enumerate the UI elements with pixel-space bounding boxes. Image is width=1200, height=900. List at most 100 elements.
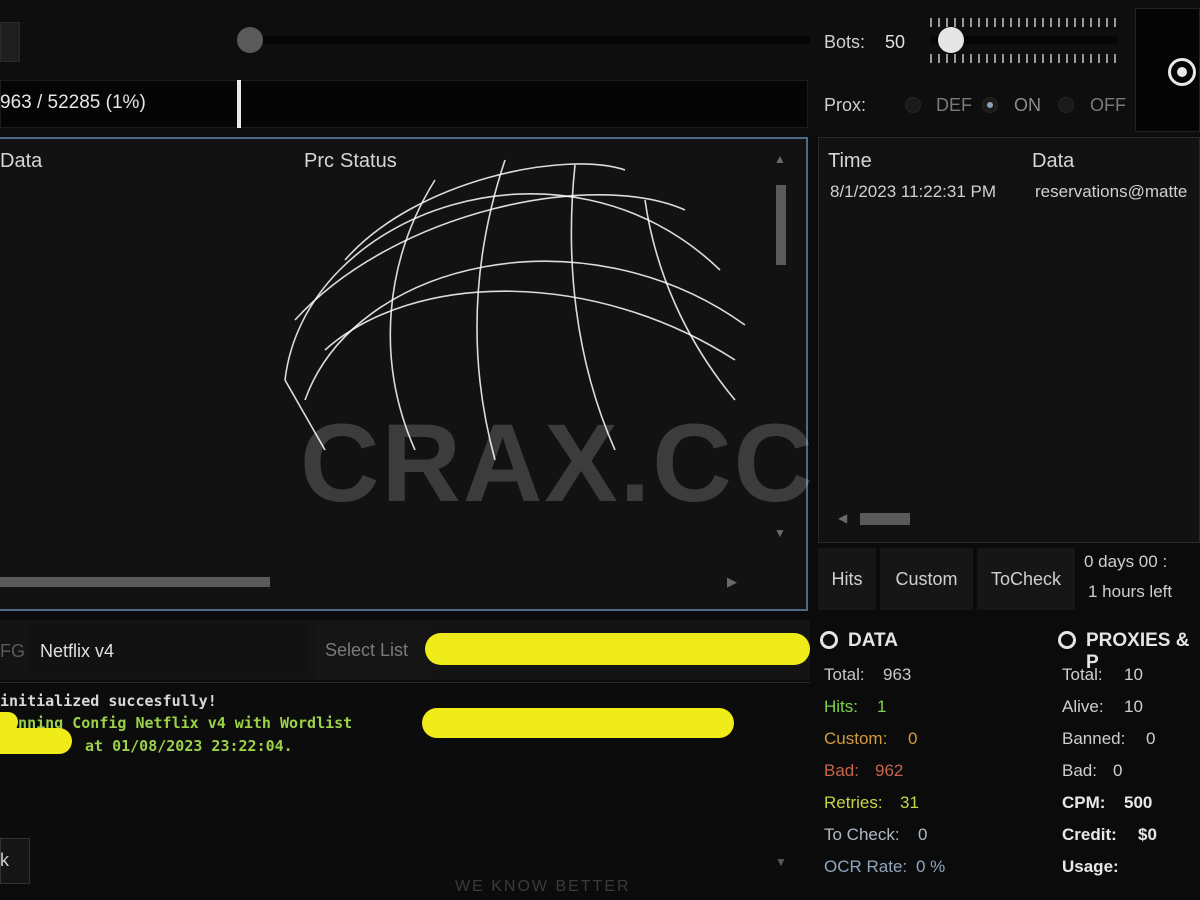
main-slider-thumb[interactable]: [237, 27, 263, 53]
proxies-alive-value: 10: [1124, 697, 1143, 716]
data-section-title: DATA: [848, 630, 898, 651]
slider-tick: [1090, 18, 1092, 27]
data-ocr-value: 0 %: [916, 857, 946, 876]
proxies-credit-value: $0: [1138, 825, 1157, 844]
prox-radio-off[interactable]: [1058, 97, 1074, 113]
slider-tick: [1074, 54, 1076, 63]
prox-radio-on[interactable]: [982, 97, 998, 113]
log-header-data[interactable]: Data: [1032, 150, 1074, 173]
redaction-mark-console-c: [0, 728, 72, 754]
slider-tick: [930, 18, 932, 27]
slider-tick: [954, 54, 956, 63]
tab-hits[interactable]: Hits: [818, 548, 878, 610]
proxies-cpm-label: CPM:: [1062, 793, 1106, 812]
slider-tick: [1114, 54, 1116, 63]
slider-tick: [1002, 54, 1004, 63]
slider-tick: [1058, 54, 1060, 63]
slider-tick: [938, 18, 940, 27]
main-slider-track[interactable]: [250, 36, 810, 44]
prox-option-off: OFF: [1090, 95, 1126, 115]
slider-tick: [986, 18, 988, 27]
slider-tick: [1106, 18, 1108, 27]
slider-tick: [978, 54, 980, 63]
left-toolbar-button[interactable]: [0, 22, 20, 62]
grid-vertical-scroll-thumb[interactable]: [776, 185, 786, 265]
slider-tick: [1066, 54, 1068, 63]
slider-tick: [1098, 18, 1100, 27]
slider-tick: [1082, 54, 1084, 63]
slider-tick: [1090, 54, 1092, 63]
slider-tick: [1018, 54, 1020, 63]
slider-tick: [1058, 18, 1060, 27]
proxies-total-label: Total:: [1062, 665, 1103, 684]
slider-tick: [1106, 54, 1108, 63]
data-retries-label: Retries:: [824, 793, 883, 812]
slider-tick: [970, 18, 972, 27]
bots-value: 50: [885, 32, 906, 52]
slider-tick: [978, 18, 980, 27]
log-horizontal-scroll-thumb[interactable]: [860, 513, 910, 525]
slider-tick: [994, 54, 996, 63]
slider-tick: [962, 54, 964, 63]
slider-tick: [1050, 18, 1052, 27]
data-hits-value: 1: [877, 697, 887, 716]
proxies-cpm-value: 500: [1124, 793, 1153, 812]
slider-tick: [994, 18, 996, 27]
prox-option-def: DEF: [936, 95, 972, 115]
watermark-tagline: WE KNOW BETTER: [455, 878, 631, 895]
slider-tick: [1114, 18, 1116, 27]
redaction-mark-console-b: [422, 708, 734, 738]
data-custom-label: Custom:: [824, 729, 888, 748]
data-hits-label: Hits:: [824, 697, 858, 716]
data-ocr-label: OCR Rate:: [824, 857, 908, 876]
slider-tick: [946, 54, 948, 63]
proxies-section-title: PROXIES & P: [1086, 630, 1190, 673]
tab-custom[interactable]: Custom: [880, 548, 975, 610]
slider-tick: [986, 54, 988, 63]
grid-header-data[interactable]: Data: [0, 150, 42, 173]
slider-tick: [1042, 18, 1044, 27]
slider-tick: [1034, 18, 1036, 27]
slider-tick: [1034, 54, 1036, 63]
timer-hours-left: 1 hours left: [1088, 582, 1173, 601]
log-scroll-left-icon[interactable]: ◀: [838, 511, 847, 525]
bots-slider-thumb[interactable]: [938, 27, 964, 53]
tab-tocheck[interactable]: ToCheck: [977, 548, 1077, 610]
proxies-usage-label: Usage:: [1062, 857, 1119, 876]
grid-horizontal-scroll-thumb[interactable]: [0, 577, 270, 587]
proxies-bad-label: Bad:: [1062, 761, 1097, 780]
slider-tick: [938, 54, 940, 63]
data-tocheck-value: 0: [918, 825, 928, 844]
prox-radio-def[interactable]: [905, 97, 921, 113]
timer-days: 0 days 00 :: [1084, 552, 1168, 571]
data-total-label: Total:: [824, 665, 865, 684]
proxies-bad-value: 0: [1113, 761, 1123, 780]
progress-text: 963 / 52285 (1%): [0, 92, 146, 113]
console-scroll-down-icon[interactable]: ▼: [775, 855, 787, 869]
slider-tick: [1098, 54, 1100, 63]
prox-label: Prox:: [824, 95, 867, 115]
slider-tick: [930, 54, 932, 63]
data-section-icon: [820, 631, 838, 649]
console-button-label: k: [0, 850, 9, 870]
record-icon: [1168, 58, 1196, 86]
data-custom-value: 0: [908, 729, 918, 748]
progress-caret: [237, 80, 241, 128]
proxies-alive-label: Alive:: [1062, 697, 1104, 716]
log-header-time[interactable]: Time: [828, 150, 872, 173]
slider-tick: [1026, 54, 1028, 63]
data-retries-value: 31: [900, 793, 919, 812]
scroll-down-icon[interactable]: ▼: [774, 526, 786, 540]
scroll-up-icon[interactable]: ▲: [774, 152, 786, 166]
slider-tick: [1074, 18, 1076, 27]
slider-tick: [1002, 18, 1004, 27]
slider-tick: [954, 18, 956, 27]
log-row-time: 8/1/2023 11:22:31 PM: [830, 182, 997, 201]
scroll-right-icon[interactable]: ▶: [727, 574, 737, 590]
proxies-banned-label: Banned:: [1062, 729, 1126, 748]
slider-tick: [1082, 18, 1084, 27]
data-bad-label: Bad:: [824, 761, 859, 780]
slider-tick: [962, 18, 964, 27]
proxies-banned-value: 0: [1146, 729, 1156, 748]
cfg-label: FG: [0, 641, 25, 661]
